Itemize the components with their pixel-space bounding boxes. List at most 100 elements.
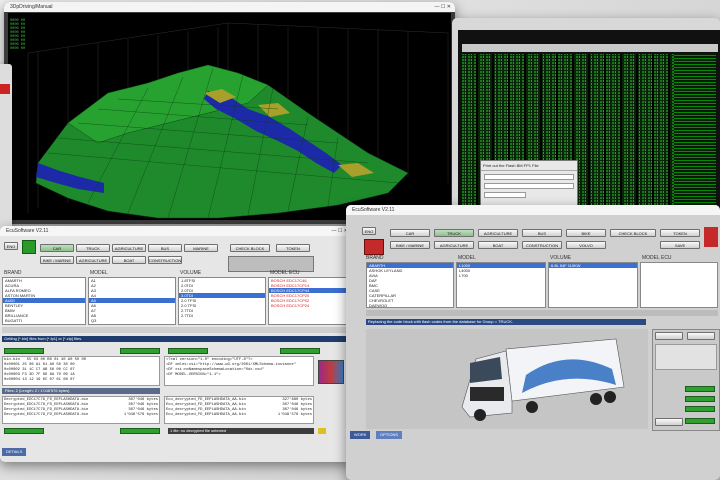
tool-button[interactable]	[687, 332, 715, 340]
bottom-status: 1 file: no decrypted file selected	[168, 428, 314, 434]
tab-details[interactable]: DETAILS	[2, 448, 27, 456]
list-item[interactable]: BUGATTI	[3, 318, 85, 323]
checksum-panel	[655, 344, 717, 370]
encrypt-button[interactable]	[120, 428, 160, 434]
tab-work[interactable]: WORK	[350, 431, 371, 439]
read-button[interactable]	[685, 396, 715, 402]
btn-agriculture-2[interactable]: AGRICULTURE	[434, 241, 474, 249]
list-footer-bar	[2, 327, 348, 333]
model-column-header: MODEL	[458, 255, 476, 261]
truck-window-titlebar[interactable]: EcuSoftware V2.11	[346, 205, 720, 215]
btn-bike-marine[interactable]: BIKE / MARINE	[40, 256, 74, 264]
file-name: Decrypted_EDC17C79_FD_EEPLASHDATA.bin	[4, 413, 89, 417]
volume-list[interactable]: 1.8TFSI 2.0TDI 2.0TDI 3.0TDI 2.0 TFSI 2.0 TFS…	[178, 277, 266, 325]
map-window-titlebar[interactable]: 3DpDriving/Manual — ☐ ✕	[4, 2, 455, 12]
btn-token[interactable]: TOKEN	[276, 244, 310, 252]
map-3d-surface	[27, 22, 449, 219]
language-selector[interactable]: ENG	[362, 227, 376, 235]
window-controls-icon[interactable]: — ☐ ✕	[435, 2, 451, 12]
load-button[interactable]	[4, 348, 44, 354]
file-list-left[interactable]: Decrypted_EDC17C79_FD_EEPLASHDATA.bin 307…	[2, 396, 160, 424]
btn-token[interactable]: TOKEN	[660, 229, 700, 237]
decrypt-button[interactable]	[4, 428, 44, 434]
tab-options[interactable]: OPTIONS	[376, 431, 403, 439]
btn-construction[interactable]: CONSTRUCTION	[148, 256, 182, 264]
list-item[interactable]: L700	[457, 273, 545, 278]
tool-button[interactable]	[655, 332, 683, 340]
hex-console-left: bin.bin 55 03 00 B0 01 40 A0 50 00 0x0000…	[2, 356, 160, 386]
list-item[interactable]: 2.7TDI	[179, 313, 265, 318]
file-size: 1'048'576 bytes	[123, 413, 158, 417]
btn-truck[interactable]: TRUCK	[434, 229, 474, 237]
btn-car[interactable]: CAR	[40, 244, 74, 252]
brand-list[interactable]: AMARTH ACURA ALFA ROMEO ASTON MARTIN AUDI BEN…	[2, 277, 86, 325]
file-row[interactable]: Decrypted_EDC17C79_FD_EEPLASHDATA.bin 1'0…	[4, 413, 158, 418]
open-button[interactable]	[168, 348, 208, 354]
truck-window[interactable]: EcuSoftware V2.11 ENG CAR TRUCK AGRICULT…	[346, 205, 720, 480]
list-item[interactable]: Q3	[89, 318, 175, 323]
brand-column-header: BRAND	[366, 255, 384, 261]
save-button[interactable]	[120, 348, 160, 354]
map-window-title: 3DpDriving/Manual	[10, 4, 53, 10]
print-dialog-field[interactable]	[484, 174, 574, 180]
file-size: 1'048'576 bytes	[277, 413, 312, 417]
file-list-right[interactable]: Ecu_decrypted_FD_EEPLASHDATA_AA.bin 327'6…	[164, 396, 314, 424]
map-window[interactable]: 3DpDriving/Manual — ☐ ✕ 0000 00 0000 00 …	[4, 2, 455, 224]
tool-icon	[0, 84, 10, 94]
verify-button[interactable]	[685, 406, 715, 412]
model-ecu-list[interactable]: BOSCH EDC17C46 BOSCH EDC17CP14 BOSCH EDC17…	[268, 277, 348, 325]
btn-boat[interactable]: BOAT	[112, 256, 146, 264]
ascii-column	[674, 54, 716, 218]
btn-check-block[interactable]: CHECK BLOCK	[610, 229, 656, 237]
file-name: Decrypted_EDC17C79_FD_EEPLASHDATA.bin	[4, 408, 89, 412]
btn-agriculture[interactable]: AGRICULTURE	[478, 229, 518, 237]
volume-list[interactable]: 6.8L 54F 110KW	[548, 262, 638, 308]
right-tools-panel	[652, 329, 720, 431]
btn-bus[interactable]: BUS	[148, 244, 182, 252]
background-window-left[interactable]	[0, 64, 12, 232]
btn-bike-marine[interactable]: BIKE / MARINE	[390, 241, 430, 249]
brand-list[interactable]: ABARTH ASHOK LEYLAND AVIA DAF BMC CASE CATERPI…	[366, 262, 454, 308]
btn-check-block[interactable]: CHECK BLOCK	[230, 244, 270, 252]
write-button[interactable]	[685, 386, 715, 392]
map-3d-view[interactable]: 0000 00 0000 00 0000 00 0000 00 0000 00 …	[8, 13, 451, 220]
btn-bike[interactable]: BIKE	[566, 229, 606, 237]
hex-view[interactable]: Print out the Flash BM FP1 File	[458, 30, 720, 218]
btn-car[interactable]: CAR	[390, 229, 430, 237]
model-ecu-list[interactable]	[640, 262, 718, 308]
truck-icon	[364, 239, 384, 255]
file-name: Ecu_decrypted_FD_EEPLASHDATA_AA.bin	[166, 413, 246, 417]
winrar-icon[interactable]	[318, 360, 344, 384]
truck-window-title: EcuSoftware V2.11	[352, 207, 395, 213]
btn-save[interactable]: SAVE	[660, 241, 700, 249]
list-item[interactable]: 6.8L 54F 110KW	[549, 263, 637, 268]
list-item[interactable]: DAEWOO	[367, 303, 453, 307]
model-list[interactable]: A1 A2 A3 A4 A5 A6 A7 A8 Q3	[88, 277, 176, 325]
export-button[interactable]	[280, 348, 320, 354]
ecu-window-titlebar[interactable]: EcuSoftware V2.11 — ☐ ✕	[0, 226, 352, 236]
brand-column-header: BRAND	[4, 270, 22, 276]
model-ecu-column-header: MODEL ECU	[642, 255, 672, 261]
info-line: Getting [*.bin] files from [*.fp1] or [*…	[2, 336, 348, 342]
btn-volvo[interactable]: VOLVO	[566, 241, 606, 249]
btn-agriculture-2[interactable]: AGRICULTURE	[76, 256, 110, 264]
print-dialog-field[interactable]	[484, 192, 526, 198]
green-flag-icon	[22, 240, 36, 254]
list-item[interactable]: BOSCH EDC17CP24	[269, 303, 347, 308]
print-dialog-field[interactable]	[484, 183, 574, 189]
download-button[interactable]	[685, 418, 715, 424]
btn-marine[interactable]: MARINE	[184, 244, 218, 252]
btn-bus[interactable]: BUS	[522, 229, 562, 237]
model-list[interactable]: L1000 L4000 L700	[456, 262, 546, 308]
ecu-window[interactable]: EcuSoftware V2.11 — ☐ ✕ ENG CAR TRUCK AG…	[0, 226, 352, 462]
btn-agriculture[interactable]: AGRICULTURE	[112, 244, 146, 252]
btn-construction[interactable]: CONSTRUCTION	[522, 241, 562, 249]
files-status-left: Files: 2 (Length: 2 / 1'048'576 bytes)	[2, 388, 160, 394]
file-row[interactable]: Ecu_decrypted_FD_EEPLASHDATA_AA.bin 1'048…	[166, 413, 312, 418]
language-selector[interactable]: ENG	[4, 242, 18, 250]
btn-truck[interactable]: TRUCK	[76, 244, 110, 252]
info-button[interactable]	[655, 418, 683, 426]
btn-boat[interactable]: BOAT	[478, 241, 518, 249]
hex-window[interactable]: Print out the Flash BM FP1 File	[452, 18, 720, 218]
chip-icon	[704, 227, 718, 247]
